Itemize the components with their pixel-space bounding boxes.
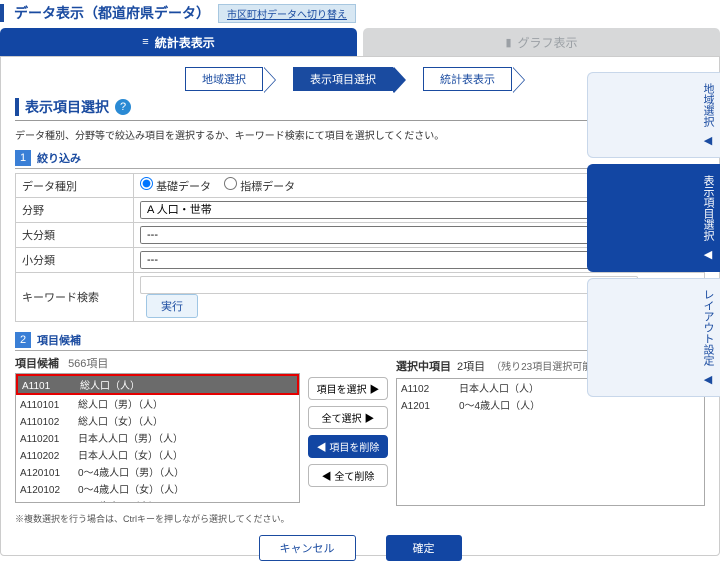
item-code: A110201 [20,434,78,445]
radio-indicator[interactable] [224,177,237,190]
item-label: 総人口（男）（人） [78,400,163,411]
item-label: 0～4歳人口（男）（人） [78,468,184,479]
item-label: 総人口（女）（人） [78,417,163,428]
list-item[interactable]: A110101総人口（男）（人） [16,395,299,412]
step-num-2: 2 [15,332,31,348]
item-label: 5～9歳人口（人） [78,502,159,503]
filter-section-label: 絞り込み [37,150,81,166]
candidates-section-label: 項目候補 [37,332,81,348]
item-code: A1202 [20,502,78,503]
item-code: A1201 [401,401,459,412]
item-label: 0～4歳人口（人） [459,401,540,412]
item-label: 総人口（人） [80,381,140,392]
section-title: 表示項目選択 [25,97,109,117]
cancel-button[interactable]: キャンセル [259,535,356,561]
header-bar [0,4,4,22]
step-table[interactable]: 統計表表示 [423,67,512,91]
confirm-button[interactable]: 確定 [386,535,462,561]
chevron-left-icon: ◀ [704,134,712,147]
list-item[interactable]: A12010～4歳人口（人） [397,396,704,413]
radio-basic-text: 基礎データ [156,181,211,193]
chevron-left-icon: ◀ [704,373,712,386]
chevron-left-icon: ◀ [704,248,712,261]
list-item[interactable]: A1201020～4歳人口（女）（人） [16,480,299,497]
list-item[interactable]: A1101総人口（人） [16,374,299,395]
item-label: 日本人人口（男）（人） [78,434,183,445]
list-item[interactable]: A110202日本人人口（女）（人） [16,446,299,463]
item-label: 日本人人口（人） [459,384,539,395]
select-item-button[interactable]: 項目を選択 ▶ [308,377,388,400]
tab-table-label: 統計表表示 [155,34,215,51]
side-tab-layout[interactable]: レイアウト設定 ◀ [587,278,720,397]
side-tab-layout-label: レイアウト設定 [702,289,714,366]
list-item[interactable]: A12025～9歳人口（人） [16,497,299,503]
data-type-label: データ種別 [16,174,134,198]
tab-table[interactable]: ≡ 統計表表示 [0,28,357,56]
candidates-listbox[interactable]: A1101総人口（人）A110101総人口（男）（人）A110102総人口（女）… [15,373,300,503]
select-all-button[interactable]: 全て選択 ▶ [308,406,388,429]
run-button[interactable]: 実行 [146,294,198,318]
side-tabs: 地域選択 ◀ 表示項目選択 ◀ レイアウト設定 ◀ [587,72,720,397]
page-title: データ表示（都道府県データ） [14,3,210,23]
multi-select-note: ※複数選択を行う場合は、Ctrlキーを押しながら選択してください。 [15,512,705,525]
keyword-label: キーワード検索 [16,273,134,322]
main-tabs: ≡ 統計表表示 ▮ グラフ表示 [0,28,720,56]
chart-icon: ▮ [505,36,511,49]
field-label: 分野 [16,198,134,223]
list-item[interactable]: A110201日本人人口（男）（人） [16,429,299,446]
side-tab-item-label: 表示項目選択 [702,175,714,241]
step-num-1: 1 [15,150,31,166]
item-code: A110102 [20,417,78,428]
item-code: A110101 [20,400,78,411]
selected-header-label: 選択中項目 [396,358,451,374]
radio-indicator-text: 指標データ [240,181,295,193]
candidates-count: 566項目 [68,358,108,370]
help-icon[interactable]: ? [115,99,131,115]
radio-basic-label[interactable]: 基礎データ [140,181,214,193]
tab-graph[interactable]: ▮ グラフ表示 [363,28,720,56]
step-region[interactable]: 地域選択 [185,67,263,91]
item-label: 0～4歳人口（女）（人） [78,485,184,496]
item-code: A120102 [20,485,78,496]
item-code: A110202 [20,451,78,462]
side-tab-item[interactable]: 表示項目選択 ◀ [587,164,720,272]
radio-indicator-label[interactable]: 指標データ [224,181,295,193]
minor-label: 小分類 [16,248,134,273]
selected-remaining: （残り23項目選択可能） [491,358,602,373]
delete-item-button[interactable]: ◀ 項目を削除 [308,435,388,458]
item-label: 日本人人口（女）（人） [78,451,183,462]
major-label: 大分類 [16,223,134,248]
section-bar [15,98,19,116]
switch-dataset-link[interactable]: 市区町村データへ切り替え [218,4,356,23]
item-code: A1101 [22,381,80,392]
list-icon: ≡ [142,36,148,48]
tab-graph-label: グラフ表示 [518,34,578,51]
item-code: A1102 [401,384,459,395]
list-item[interactable]: A110102総人口（女）（人） [16,412,299,429]
selected-listbox[interactable]: A1102日本人人口（人）A12010～4歳人口（人） [396,378,705,506]
keyword-input[interactable] [140,276,638,294]
list-item[interactable]: A1201010～4歳人口（男）（人） [16,463,299,480]
selected-count: 2項目 [457,358,485,374]
side-tab-region[interactable]: 地域選択 ◀ [587,72,720,158]
delete-all-button[interactable]: ◀ 全て削除 [308,464,388,487]
radio-basic[interactable] [140,177,153,190]
item-code: A120101 [20,468,78,479]
step-item[interactable]: 表示項目選択 [293,67,393,91]
candidates-header-label: 項目候補 [15,358,59,370]
side-tab-region-label: 地域選択 [702,83,714,127]
